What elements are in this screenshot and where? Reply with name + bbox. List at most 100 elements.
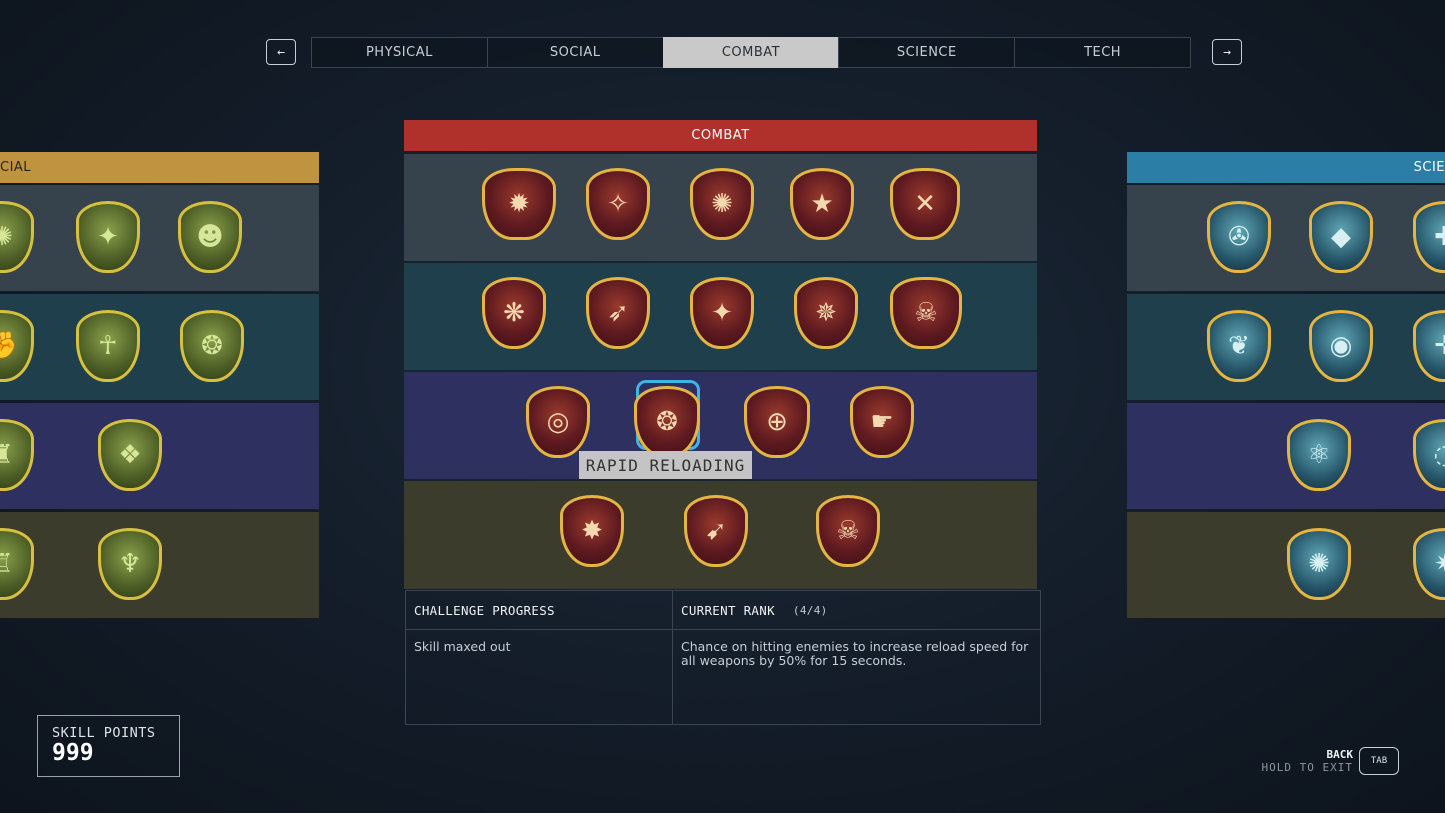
combat-panel-header: COMBAT: [404, 120, 1037, 151]
skill-badge-selected[interactable]: ❂: [634, 386, 700, 458]
skill-badge[interactable]: ☠: [890, 277, 962, 349]
rifle-icon: ➶: [607, 298, 629, 328]
target-icon: ◎: [546, 407, 570, 437]
crossed-pistols-icon: ✕: [914, 189, 936, 219]
skill-points-value: 999: [52, 740, 94, 766]
skill-badge[interactable]: ➹: [684, 495, 748, 567]
back-label: BACK: [1326, 748, 1354, 761]
skill-badge[interactable]: ✚: [1413, 201, 1445, 273]
skill-badge[interactable]: ✹: [482, 168, 556, 240]
skill-badge[interactable]: ✊: [0, 310, 34, 382]
octopus-gun-icon: ✹: [508, 189, 530, 219]
skill-badge[interactable]: ✷: [1413, 528, 1445, 600]
science-panel[interactable]: SCIE ✇ ◆ ✚ ❦ ◉ ✛ ⚛ ◌ ✺ ✷: [1127, 152, 1445, 620]
skill-badge[interactable]: ❋: [482, 277, 546, 349]
science-panel-header: SCIE: [1127, 152, 1445, 183]
brain-icon: ✺: [0, 222, 13, 252]
city-icon: ♖: [0, 549, 14, 579]
turtle-icon: ❖: [118, 440, 142, 470]
arrows-icon: ➹: [705, 516, 727, 546]
figure-icon: ☥: [98, 331, 118, 361]
bullets-cylinder-icon: ❂: [656, 407, 678, 437]
combat-row-1: ✹ ✧ ✺ ★ ✕: [404, 154, 1037, 261]
back-control[interactable]: BACK HOLD TO EXIT TAB: [1262, 747, 1399, 775]
tab-key-button[interactable]: TAB: [1359, 747, 1399, 775]
skill-badge[interactable]: ✸: [560, 495, 624, 567]
human-figure-icon: ✛: [1434, 331, 1445, 361]
skill-badge[interactable]: ☠: [816, 495, 880, 567]
skill-badge[interactable]: ➶: [586, 277, 650, 349]
skill-badge[interactable]: ◉: [1309, 310, 1373, 382]
rank-label: CURRENT RANK: [681, 602, 775, 618]
coins-icon: ❂: [201, 331, 223, 361]
skill-badge[interactable]: ❂: [180, 310, 244, 382]
social-panel-header: CIAL: [0, 152, 319, 183]
satellite-icon: ✇: [1228, 222, 1250, 252]
skill-badge[interactable]: ✺: [0, 201, 34, 273]
science-row-3: ⚛ ◌: [1127, 403, 1445, 509]
skill-badge[interactable]: ◌: [1413, 419, 1445, 491]
skill-description: Chance on hitting enemies to increase re…: [681, 639, 1029, 668]
skill-badge[interactable]: ☥: [76, 310, 140, 382]
back-text: BACK HOLD TO EXIT: [1262, 748, 1353, 774]
skill-points-label: SKILL POINTS: [52, 725, 156, 741]
tab-social[interactable]: SOCIAL: [486, 37, 664, 68]
skill-badge[interactable]: ☛: [850, 386, 914, 458]
skill-badge[interactable]: ♖: [0, 528, 34, 600]
robot-arm-icon: ✷: [1434, 549, 1445, 579]
skill-badge[interactable]: ⚛: [1287, 419, 1351, 491]
social-row-2: ✊ ☥ ❂: [0, 294, 319, 400]
skill-info-panel: CHALLENGE PROGRESS Skill maxed out CURRE…: [405, 590, 1041, 725]
blast-icon: ✸: [581, 516, 603, 546]
skill-badge[interactable]: ◎: [526, 386, 590, 458]
next-category-button[interactable]: →: [1212, 39, 1242, 65]
orbit-icon: ◌: [1416, 440, 1445, 470]
skill-badge[interactable]: ✇: [1207, 201, 1271, 273]
skill-badge[interactable]: ★: [790, 168, 854, 240]
skill-badge[interactable]: ❦: [1207, 310, 1271, 382]
skill-badge[interactable]: ✛: [1413, 310, 1445, 382]
tab-combat[interactable]: COMBAT: [662, 37, 840, 68]
skill-badge[interactable]: ❖: [98, 419, 162, 491]
skill-badge[interactable]: ✺: [1287, 528, 1351, 600]
combat-row-2: ❋ ➶ ✦ ✵ ☠: [404, 263, 1037, 370]
tab-tech[interactable]: TECH: [1014, 37, 1191, 68]
crowd-icon: ♜: [0, 440, 14, 470]
skill-badge[interactable]: ✦: [690, 277, 754, 349]
creature-icon: ✺: [1308, 549, 1330, 579]
skill-badge[interactable]: ✵: [794, 277, 858, 349]
skill-badge[interactable]: ✦: [76, 201, 140, 273]
science-row-2: ❦ ◉ ✛: [1127, 294, 1445, 400]
social-row-3: ♜ ❖: [0, 403, 319, 509]
tab-physical[interactable]: PHYSICAL: [311, 37, 488, 68]
skill-badge[interactable]: ⊕: [744, 386, 810, 458]
social-row-4: ♖ ♆: [0, 512, 319, 618]
science-row-1: ✇ ◆ ✚: [1127, 185, 1445, 291]
skill-badge[interactable]: ✧: [586, 168, 650, 240]
social-panel[interactable]: CIAL ✺ ✦ ☻ ✊ ☥ ❂ ♜ ❖ ♖ ♆: [0, 152, 319, 620]
skull-wings-icon: ☠: [914, 298, 938, 328]
challenge-section: CHALLENGE PROGRESS Skill maxed out: [406, 591, 673, 724]
sparkle-icon: ✦: [711, 298, 733, 328]
rank-value: (4/4): [792, 603, 828, 617]
skill-badge[interactable]: ◆: [1309, 201, 1373, 273]
arrow-left-icon: ←: [277, 44, 285, 60]
skill-badge[interactable]: ✕: [890, 168, 960, 240]
hold-to-exit-label: HOLD TO EXIT: [1261, 761, 1353, 774]
hand-pistol-icon: ☛: [870, 407, 894, 437]
social-row-1: ✺ ✦ ☻: [0, 185, 319, 291]
category-tabs: PHYSICAL SOCIAL COMBAT SCIENCE TECH: [311, 37, 1191, 68]
challenge-heading: CHALLENGE PROGRESS: [406, 591, 672, 630]
prev-category-button[interactable]: ←: [266, 39, 296, 65]
skill-badge[interactable]: ☻: [178, 201, 242, 273]
rank-section: CURRENT RANK (4/4) Chance on hitting ene…: [673, 591, 1040, 724]
science-row-4: ✺ ✷: [1127, 512, 1445, 618]
skill-badge[interactable]: ♆: [98, 528, 162, 600]
tab-science[interactable]: SCIENCE: [838, 37, 1016, 68]
rank-heading: CURRENT RANK (4/4): [673, 591, 1040, 630]
skill-badge[interactable]: ♜: [0, 419, 34, 491]
skill-badge[interactable]: ✺: [690, 168, 754, 240]
beam-icon: ✵: [815, 298, 837, 328]
robot-icon: ✦: [97, 222, 119, 252]
grenade-icon: ❋: [503, 298, 525, 328]
